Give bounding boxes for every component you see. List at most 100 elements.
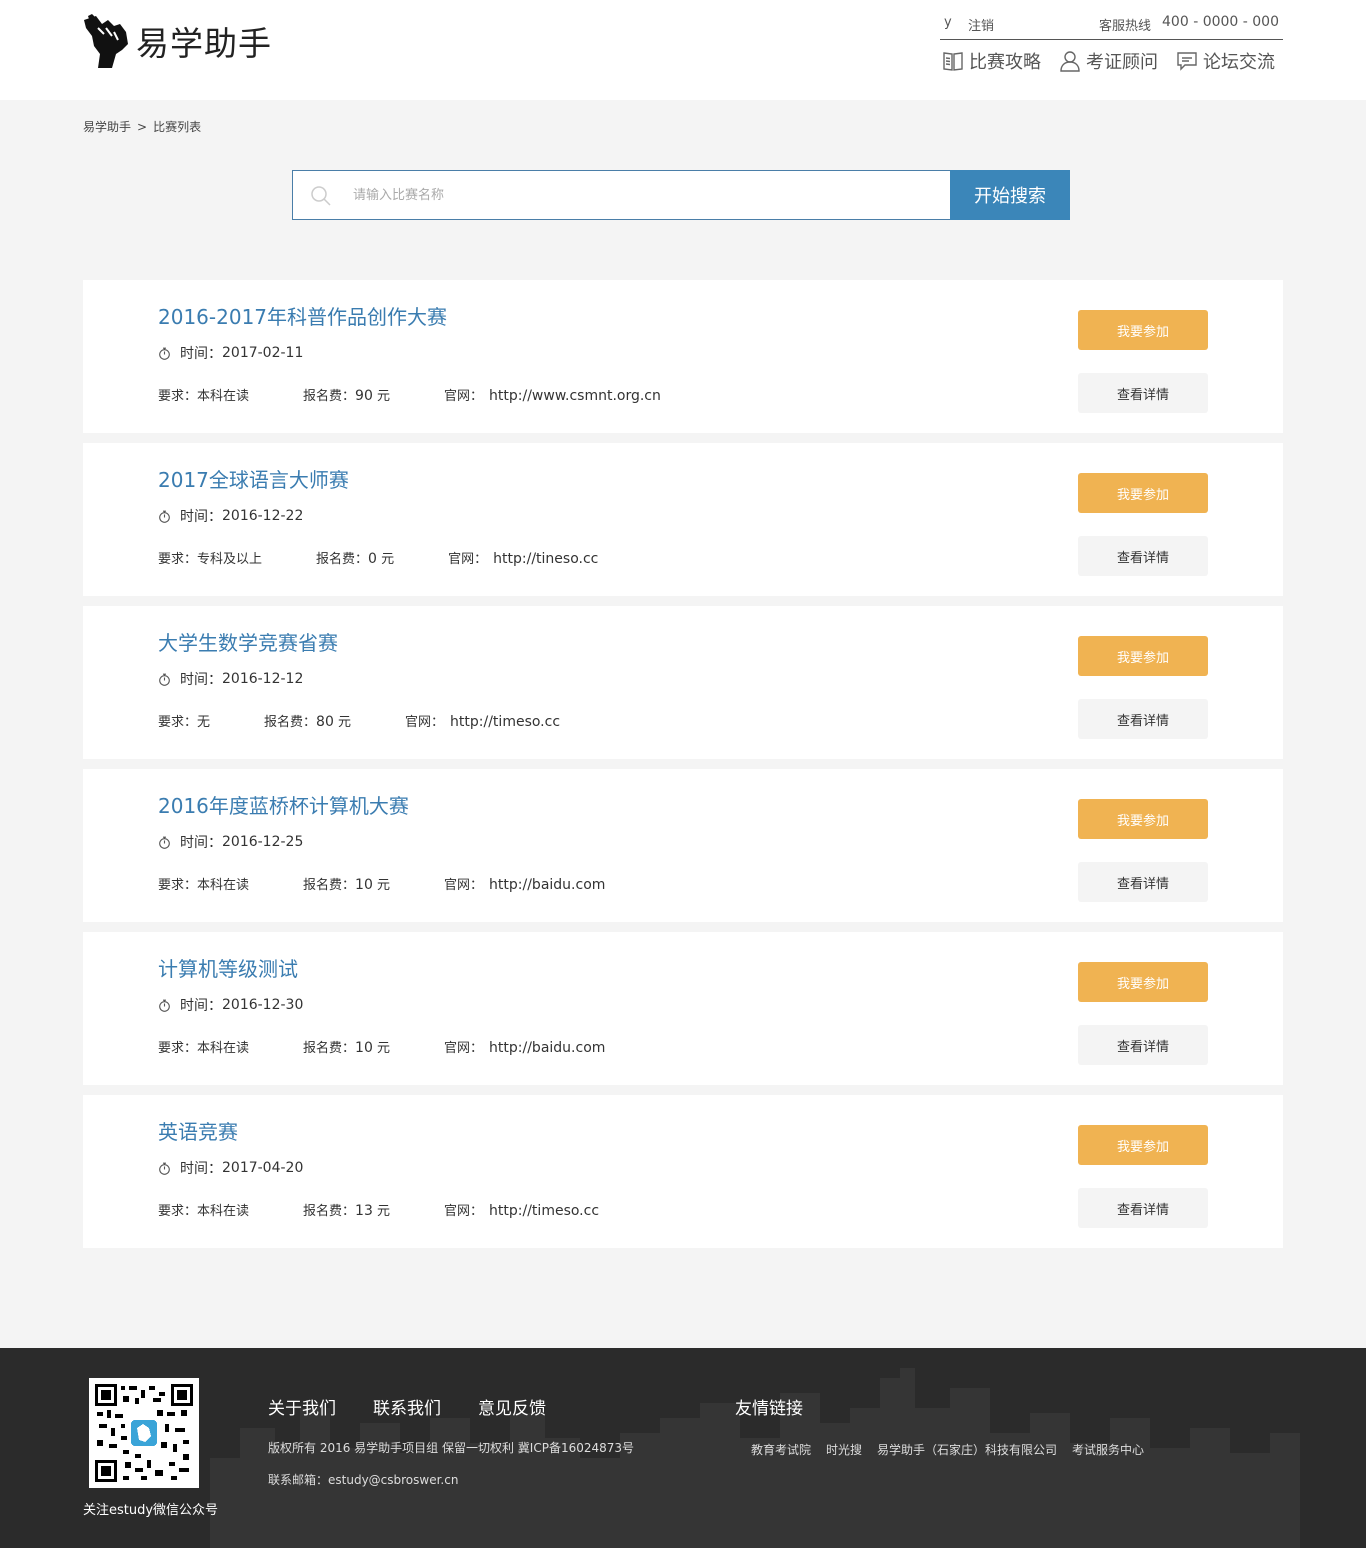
competition-title[interactable]: 2016-2017年科普作品创作大赛 <box>158 301 447 330</box>
nav-item-strategy[interactable]: 比赛攻略 <box>942 48 1041 74</box>
requirement-value: 本科在读 <box>197 1041 250 1056</box>
requirement-value: 本科在读 <box>197 878 250 893</box>
view-detail-button[interactable]: 查看详情 <box>1078 536 1208 576</box>
fee: 报名费：10 元 <box>303 874 390 893</box>
fee-label: 报名费： <box>264 715 317 730</box>
requirement-label: 要求： <box>158 552 198 567</box>
friend-link[interactable]: 时光搜 <box>826 1441 862 1458</box>
fee-unit: 元 <box>338 715 352 730</box>
fist-logo-icon <box>84 14 128 68</box>
search-button[interactable]: 开始搜索 <box>950 170 1070 220</box>
join-button[interactable]: 我要参加 <box>1078 473 1208 513</box>
view-detail-button[interactable]: 查看详情 <box>1078 699 1208 739</box>
view-detail-button[interactable]: 查看详情 <box>1078 1025 1208 1065</box>
join-button[interactable]: 我要参加 <box>1078 1125 1208 1165</box>
join-button[interactable]: 我要参加 <box>1078 310 1208 350</box>
chat-icon <box>1177 52 1197 71</box>
website-link[interactable]: http://timeso.cc <box>489 1203 599 1219</box>
time-value: 2016-12-22 <box>222 508 304 524</box>
website-link[interactable]: http://timeso.cc <box>450 714 560 730</box>
logo-text: 易学助手 <box>136 24 272 63</box>
fee-unit: 元 <box>377 389 391 404</box>
fee-unit: 元 <box>377 1041 391 1056</box>
view-detail-button[interactable]: 查看详情 <box>1078 1188 1208 1228</box>
competition-title[interactable]: 2016年度蓝桥杯计算机大赛 <box>158 790 409 819</box>
fee-label: 报名费： <box>303 1204 356 1219</box>
competition-meta: 要求：本科在读 报名费：90 元 官网： http://www.csmnt.org… <box>158 385 715 404</box>
join-button[interactable]: 我要参加 <box>1078 962 1208 1002</box>
header: 易学助手 y 注销 客服热线 400 - 0000 - 000 比赛攻略 考证顾… <box>0 0 1366 100</box>
nav-item-label: 比赛攻略 <box>969 52 1041 73</box>
fee: 报名费：13 元 <box>303 1200 390 1219</box>
fee: 报名费：80 元 <box>264 711 351 730</box>
join-button[interactable]: 我要参加 <box>1078 636 1208 676</box>
friend-link[interactable]: 易学助手（石家庄）科技有限公司 <box>877 1441 1057 1458</box>
hotline-label: 客服热线 <box>1099 19 1152 34</box>
time-label: 时间： <box>180 835 222 851</box>
qr-code-icon <box>95 1384 193 1482</box>
copyright: 版权所有 2016 易学助手项目组 保留一切权利 冀ICP备16024873号 <box>268 1441 635 1455</box>
footer-link-feedback[interactable]: 意见反馈 <box>478 1394 546 1419</box>
join-button[interactable]: 我要参加 <box>1078 799 1208 839</box>
friend-link[interactable]: 考试服务中心 <box>1072 1441 1144 1458</box>
fee-unit: 元 <box>377 878 391 893</box>
website-link[interactable]: http://www.csmnt.org.cn <box>489 388 661 404</box>
breadcrumb-home[interactable]: 易学助手 <box>83 120 131 134</box>
view-detail-button[interactable]: 查看详情 <box>1078 862 1208 902</box>
website: 官网： http://timeso.cc <box>444 1200 599 1219</box>
wechat-qr-code <box>89 1378 199 1488</box>
requirement-label: 要求： <box>158 1204 198 1219</box>
requirement-value: 本科在读 <box>197 1204 250 1219</box>
logout-link[interactable]: 注销 <box>968 15 994 34</box>
stopwatch-icon <box>159 836 170 849</box>
logo[interactable]: 易学助手 <box>82 14 272 68</box>
competition-title[interactable]: 2017全球语言大师赛 <box>158 464 349 493</box>
hotline-number: 400 - 0000 - 000 <box>1162 14 1279 30</box>
requirement: 要求：本科在读 <box>158 1037 249 1056</box>
time-label: 时间： <box>180 509 222 525</box>
search-box <box>292 170 950 220</box>
website-link[interactable]: http://tineso.cc <box>493 551 598 567</box>
nav-item-label: 论坛交流 <box>1203 52 1275 73</box>
breadcrumb: 易学助手 > 比赛列表 <box>83 118 201 135</box>
breadcrumb-current: 比赛列表 <box>153 120 202 134</box>
website-label: 官网： <box>405 715 445 730</box>
nav-item-forum[interactable]: 论坛交流 <box>1176 48 1275 74</box>
website: 官网： http://baidu.com <box>444 1037 605 1056</box>
competition-title[interactable]: 英语竞赛 <box>158 1116 238 1145</box>
username-link[interactable]: y <box>944 15 952 30</box>
view-detail-button[interactable]: 查看详情 <box>1078 373 1208 413</box>
search-input[interactable] <box>353 171 933 219</box>
competition-title[interactable]: 计算机等级测试 <box>158 953 298 982</box>
fee-label: 报名费： <box>316 552 369 567</box>
fee: 报名费：90 元 <box>303 385 390 404</box>
requirement: 要求：本科在读 <box>158 1200 249 1219</box>
website-link[interactable]: http://baidu.com <box>489 877 605 893</box>
website-label: 官网： <box>444 878 484 893</box>
nav-item-label: 考证顾问 <box>1086 52 1158 73</box>
website: 官网： http://tineso.cc <box>448 548 598 567</box>
competition-card: 计算机等级测试 时间： 2016-12-30 要求：本科在读 报名费：10 元 官… <box>83 932 1283 1085</box>
nav-item-advisor[interactable]: 考证顾问 <box>1059 48 1158 74</box>
website-label: 官网： <box>444 1041 484 1056</box>
breadcrumb-separator: > <box>137 120 148 134</box>
requirement: 要求：本科在读 <box>158 874 249 893</box>
fee-label: 报名费： <box>303 389 356 404</box>
friend-link[interactable]: 教育考试院 <box>751 1441 811 1458</box>
competition-time: 时间： 2017-02-11 <box>158 343 303 363</box>
competition-card: 2016年度蓝桥杯计算机大赛 时间： 2016-12-25 要求：本科在读 报名费… <box>83 769 1283 922</box>
competition-meta: 要求：无 报名费：80 元 官网： http://timeso.cc <box>158 711 614 730</box>
footer-link-about[interactable]: 关于我们 <box>268 1394 336 1419</box>
friend-links: 教育考试院 时光搜 易学助手（石家庄）科技有限公司 考试服务中心 <box>751 1441 1159 1458</box>
search-bar: 开始搜索 <box>292 170 1070 220</box>
time-value: 2016-12-12 <box>222 671 304 687</box>
requirement: 要求：无 <box>158 711 210 730</box>
competition-title[interactable]: 大学生数学竞赛省赛 <box>158 627 338 656</box>
footer-link-contact[interactable]: 联系我们 <box>373 1394 441 1419</box>
website-link[interactable]: http://baidu.com <box>489 1040 605 1056</box>
fee-label: 报名费： <box>303 1041 356 1056</box>
competition-time: 时间： 2017-04-20 <box>158 1158 303 1178</box>
website-label: 官网： <box>444 389 484 404</box>
fee-value: 13 <box>355 1203 373 1219</box>
competition-time: 时间： 2016-12-12 <box>158 669 303 689</box>
